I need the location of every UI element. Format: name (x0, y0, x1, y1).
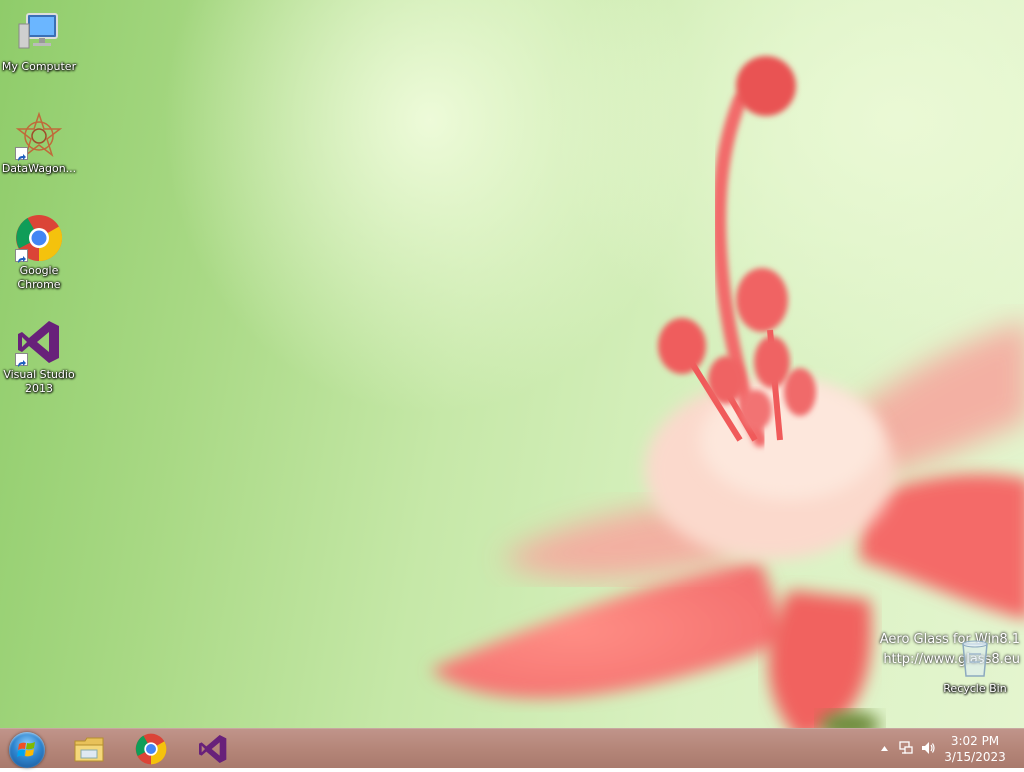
desktop-icon-recycle-bin[interactable]: Recycle Bin (936, 632, 1014, 696)
wallpaper-flower (430, 56, 1024, 728)
visual-studio-icon (199, 735, 227, 763)
desktop-icon-label: Google Chrome (17, 264, 61, 291)
windows-start-icon (17, 742, 35, 757)
clock-date: 3/15/2023 (944, 750, 1006, 764)
desktop-icon-label: My Computer (1, 60, 77, 73)
show-hidden-icons-icon[interactable] (880, 742, 889, 756)
recycle-bin-icon (951, 632, 999, 680)
shortcut-arrow-icon (15, 353, 28, 367)
desktop-icon-google-chrome[interactable]: Google Chrome (0, 214, 78, 292)
desktop-icon-label: DataWagon... (1, 162, 77, 175)
desktop-icon-datawagon[interactable]: DataWagon... (0, 111, 78, 176)
chrome-icon (15, 214, 63, 263)
folder-icon (74, 737, 104, 762)
desktop-icon-label: Recycle Bin (943, 682, 1007, 695)
datawagon-icon (15, 111, 63, 161)
desktop-icon-my-computer[interactable]: My Computer (0, 10, 78, 74)
taskbar-clock[interactable]: 3:02 PM 3/15/2023 (940, 733, 1010, 765)
chrome-icon (135, 733, 167, 765)
clock-time: 3:02 PM (950, 734, 1000, 748)
desktop-icon-visual-studio[interactable]: Visual Studio 2013 (0, 318, 78, 396)
shortcut-arrow-icon (15, 249, 28, 263)
taskbar-file-explorer[interactable] (60, 731, 118, 767)
taskbar-google-chrome[interactable] (122, 731, 180, 767)
desktop-icon-label: Visual Studio 2013 (3, 368, 75, 395)
visual-studio-icon (15, 318, 63, 367)
start-button[interactable] (9, 732, 45, 768)
system-tray: 3:02 PM 3/15/2023 (864, 729, 1024, 769)
taskbar: 3:02 PM 3/15/2023 (0, 728, 1024, 768)
taskbar-visual-studio[interactable] (184, 731, 242, 767)
volume-icon[interactable] (920, 740, 936, 759)
computer-icon (15, 10, 63, 58)
desktop[interactable]: My Computer DataWagon... Google Chrome V… (0, 0, 1024, 728)
network-icon[interactable] (898, 740, 914, 759)
shortcut-arrow-icon (15, 147, 28, 161)
